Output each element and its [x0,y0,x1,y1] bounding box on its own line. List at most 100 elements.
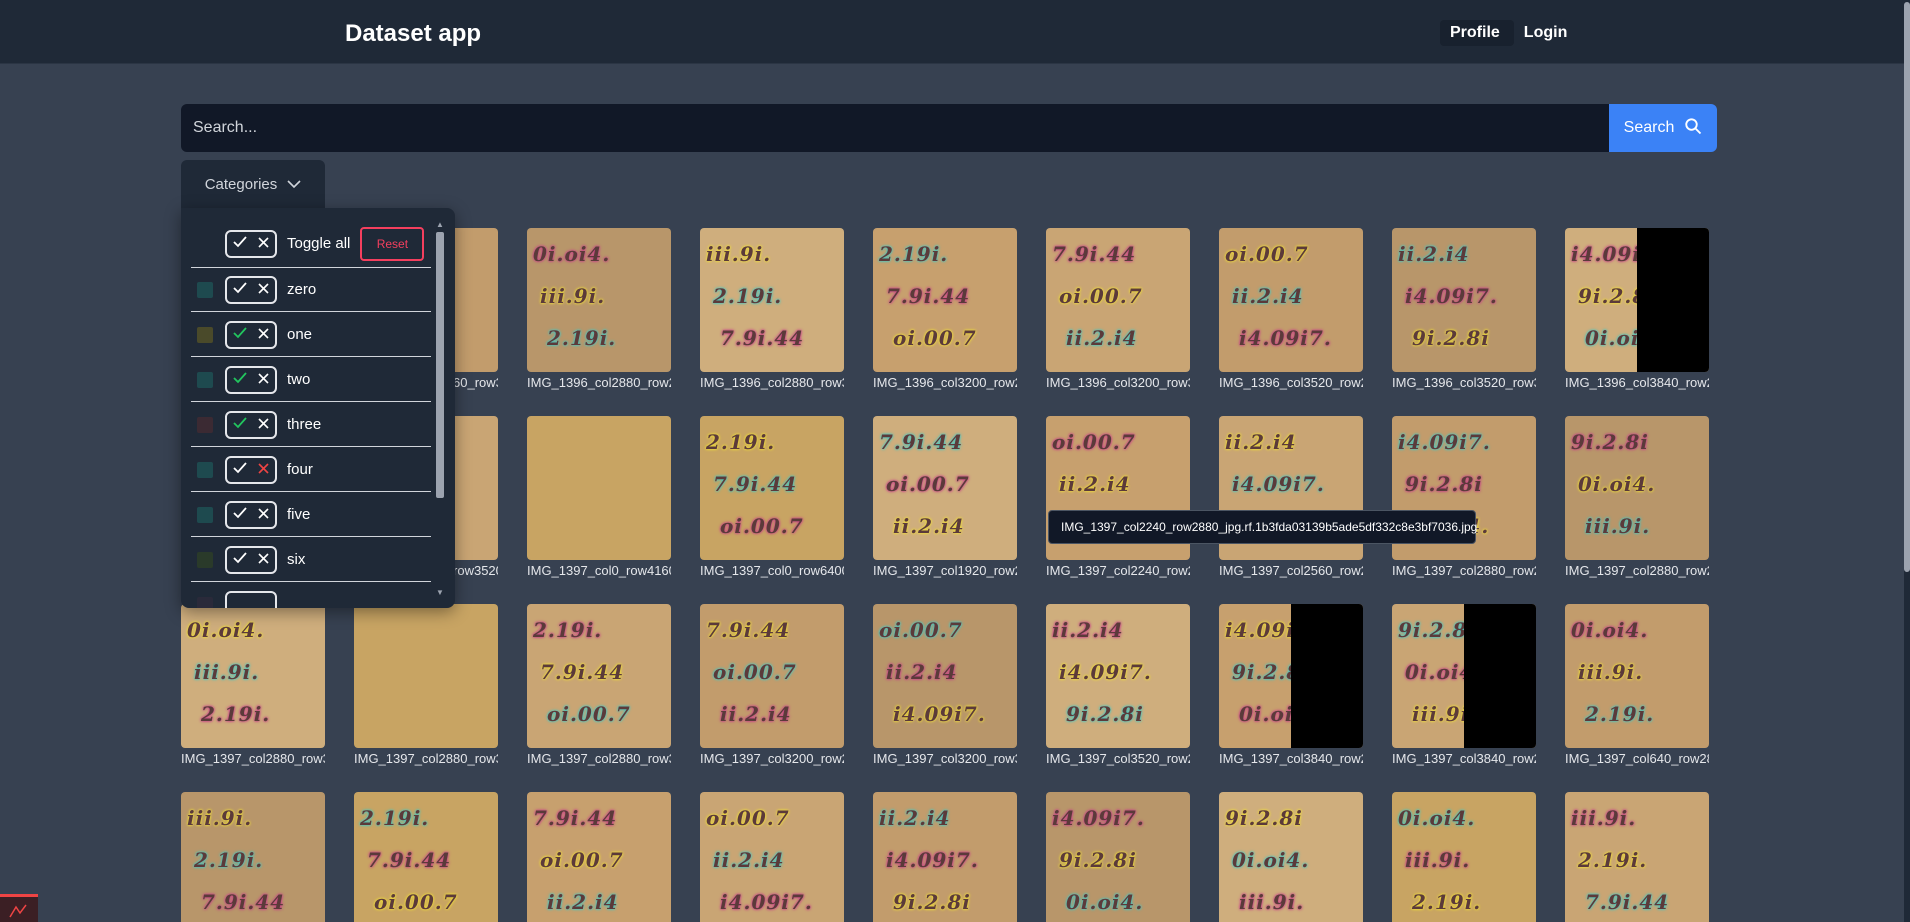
image-tile[interactable]: 2.19i. 7.9i.44 oi.00.7 IMG_1397_col2880_row… [527,604,671,766]
category-toggle[interactable] [225,545,277,574]
image-tile[interactable]: 0i.oi4. iii.9i. 2.19i. IMG_1397_col2880_row… [181,604,325,766]
close-icon[interactable] [258,551,269,569]
image-tile[interactable]: 0i.oi4. iii.9i. 2.19i. IMG_1397_col640_row2… [1565,604,1709,766]
close-icon[interactable] [258,371,269,389]
nav-link-profile[interactable]: Profile [1440,20,1514,46]
image-tile[interactable]: ii.2.i4i4.09i7.9i.2.8iIMG_1397_col2560_r… [1219,416,1363,578]
image-tile[interactable]: 2.19i. 7.9i.44 oi.00.7 [354,792,498,922]
image-thumbnail[interactable]: 0i.oi4. iii.9i. 2.19i. [527,228,671,372]
image-thumbnail[interactable]: 0i.oi4. iii.9i. 2.19i. [1392,792,1536,922]
close-icon[interactable] [258,281,269,299]
image-tile[interactable]: oi.00.7 ii.2.i4 i4.09i7. IMG_1397_col3200_r… [873,604,1017,766]
image-tile[interactable]: IMG_1397_col2880_row3520 [354,604,498,766]
close-icon[interactable] [258,416,269,434]
image-tile[interactable]: ii.2.i4 i4.09i7. 9i.2.8i [873,792,1017,922]
reset-button[interactable]: Reset [360,226,425,261]
image-thumbnail[interactable]: 2.19i. 7.9i.44 oi.00.7 [873,228,1017,372]
image-thumbnail[interactable]: 7.9i.44 oi.00.7 ii.2.i4 [1046,228,1190,372]
image-thumbnail[interactable]: 2.19i. 7.9i.44 oi.00.7 [354,792,498,922]
category-toggle[interactable] [225,590,277,608]
image-tile[interactable]: 9i.2.8i 0i.oi4. iii.9i. IMG_1397_col2880_ro… [1565,416,1709,578]
image-thumbnail[interactable]: 9i.2.8i0i.oi4.iii.9i. [1219,792,1363,922]
close-icon[interactable] [258,235,269,253]
image-tile[interactable]: oi.00.7ii.2.i4i4.09i7.IMG_1397_col2240_r… [1046,416,1190,578]
image-thumbnail[interactable]: oi.00.7 ii.2.i4 i4.09i7. [700,792,844,922]
dropdown-scrollbar[interactable]: ▲ ▼ [433,220,447,598]
image-tile[interactable]: 0i.oi4. iii.9i. 2.19i. [1392,792,1536,922]
image-tile[interactable]: i4.09i7. 9i.2.8i 0i.oi4. [1046,792,1190,922]
category-toggle[interactable] [225,275,277,304]
toggle-all-switch[interactable] [225,229,277,258]
image-thumbnail[interactable]: 7.9i.44 oi.00.7 ii.2.i4 [527,792,671,922]
image-thumbnail[interactable]: 9i.2.8i0i.oi4.iii.9i. [1392,604,1536,748]
check-icon[interactable] [233,461,247,479]
page-scrollbar[interactable] [1904,0,1910,922]
image-tile[interactable]: 2.19i. 7.9i.44 oi.00.7 IMG_1397_col0_row640… [700,416,844,578]
image-tile[interactable]: 2.19i. 7.9i.44 oi.00.7 IMG_1396_col3200_row… [873,228,1017,390]
image-tile[interactable]: 7.9i.44 oi.00.7 ii.2.i4 IMG_1397_col3200_ro… [700,604,844,766]
app-brand[interactable]: Dataset app [345,20,481,48]
close-icon[interactable] [258,506,269,524]
check-icon[interactable] [233,281,247,299]
image-thumbnail[interactable]: 7.9i.44 oi.00.7 ii.2.i4 [873,416,1017,560]
image-tile[interactable]: iii.9i. 2.19i. 7.9i.44 IMG_1396_col2880_row… [700,228,844,390]
image-thumbnail[interactable]: 9i.2.8i0i.oi4.iii.9i. [1565,416,1709,560]
image-tile[interactable]: iii.9i. 2.19i. 7.9i.44 [1565,792,1709,922]
close-icon[interactable] [258,461,269,479]
category-toggle[interactable] [225,365,277,394]
image-thumbnail[interactable]: 2.19i. 7.9i.44 oi.00.7 [700,416,844,560]
image-thumbnail[interactable] [354,604,498,748]
image-thumbnail[interactable]: 7.9i.44 oi.00.7 ii.2.i4 [700,604,844,748]
page-scroll-thumb[interactable] [1904,2,1910,572]
image-tile[interactable]: ii.2.i4 i4.09i7. 9i.2.8i IMG_1397_col3520_r… [1046,604,1190,766]
image-tile[interactable]: 9i.2.8i 0i.oi4. iii.9i. [1219,792,1363,922]
debug-badge[interactable] [0,894,38,922]
image-tile[interactable]: oi.00.7 ii.2.i4 i4.09i7. [700,792,844,922]
close-icon[interactable] [258,326,269,344]
image-thumbnail[interactable] [527,416,671,560]
category-toggle[interactable] [225,410,277,439]
image-thumbnail[interactable]: 2.19i. 7.9i.44 oi.00.7 [527,604,671,748]
categories-dropdown-button[interactable]: Categories [181,160,325,208]
image-thumbnail[interactable]: ii.2.i4 i4.09i7. 9i.2.8i [873,792,1017,922]
image-tile[interactable]: i4.09i7.9i.2.8i0i.oi4.IMG_1397_col2880_r… [1392,416,1536,578]
check-icon[interactable] [233,506,247,524]
image-tile[interactable]: i4.09i7. 9i.2.8i 0i.oi4. IMG_1397_col3840_r… [1219,604,1363,766]
image-tile[interactable]: i4.09i7. 9i.2.8i 0i.oi4. IMG_1396_col3840_r… [1565,228,1709,390]
image-thumbnail[interactable]: iii.9i. 2.19i. 7.9i.44 [1565,792,1709,922]
category-toggle[interactable] [225,455,277,484]
image-thumbnail[interactable]: ii.2.i4 i4.09i7. 9i.2.8i [1392,228,1536,372]
category-toggle[interactable] [225,320,277,349]
image-tile[interactable]: 0i.oi4. iii.9i. 2.19i. IMG_1396_col2880_row… [527,228,671,390]
image-thumbnail[interactable]: i4.09i7.9i.2.8i0i.oi4. [1046,792,1190,922]
image-tile[interactable]: 7.9i.44 oi.00.7 ii.2.i4 IMG_1396_col3200_ro… [1046,228,1190,390]
image-thumbnail[interactable]: ii.2.i4 i4.09i7. 9i.2.8i [1046,604,1190,748]
image-tile[interactable]: iii.9i. 2.19i. 7.9i.44 [181,792,325,922]
nav-link-login[interactable]: Login [1514,20,1578,46]
image-tile[interactable]: 7.9i.44 oi.00.7 ii.2.i4 [527,792,671,922]
image-thumbnail[interactable]: 0i.oi4. iii.9i. 2.19i. [181,604,325,748]
image-thumbnail[interactable]: 0i.oi4. iii.9i. 2.19i. [1565,604,1709,748]
dropdown-scroll-thumb[interactable] [436,232,444,498]
scroll-up-icon[interactable]: ▲ [436,220,444,229]
check-icon[interactable] [233,416,247,434]
check-icon[interactable] [233,371,247,389]
search-input[interactable] [181,104,1609,152]
image-thumbnail[interactable]: oi.00.7 ii.2.i4 i4.09i7. [1219,228,1363,372]
image-tile[interactable]: 7.9i.44 oi.00.7 ii.2.i4 IMG_1397_col1920_ro… [873,416,1017,578]
image-thumbnail[interactable]: oi.00.7 ii.2.i4 i4.09i7. [873,604,1017,748]
image-thumbnail[interactable]: iii.9i. 2.19i. 7.9i.44 [181,792,325,922]
scroll-down-icon[interactable]: ▼ [436,588,444,597]
image-tile[interactable]: oi.00.7 ii.2.i4 i4.09i7. IMG_1396_col3520_r… [1219,228,1363,390]
image-tile[interactable]: IMG_1397_col0_row4160 [527,416,671,578]
image-thumbnail[interactable]: i4.09i7.9i.2.8i0i.oi4. [1565,228,1709,372]
check-icon[interactable] [233,551,247,569]
image-thumbnail[interactable]: iii.9i. 2.19i. 7.9i.44 [700,228,844,372]
image-thumbnail[interactable]: i4.09i7.9i.2.8i0i.oi4. [1219,604,1363,748]
search-button[interactable]: Search [1609,104,1717,152]
check-icon[interactable] [233,235,247,253]
category-toggle[interactable] [225,500,277,529]
image-tile[interactable]: ii.2.i4 i4.09i7. 9i.2.8i IMG_1396_col3520_r… [1392,228,1536,390]
check-icon[interactable] [233,326,247,344]
image-tile[interactable]: 9i.2.8i 0i.oi4. iii.9i. IMG_1397_col3840_ro… [1392,604,1536,766]
